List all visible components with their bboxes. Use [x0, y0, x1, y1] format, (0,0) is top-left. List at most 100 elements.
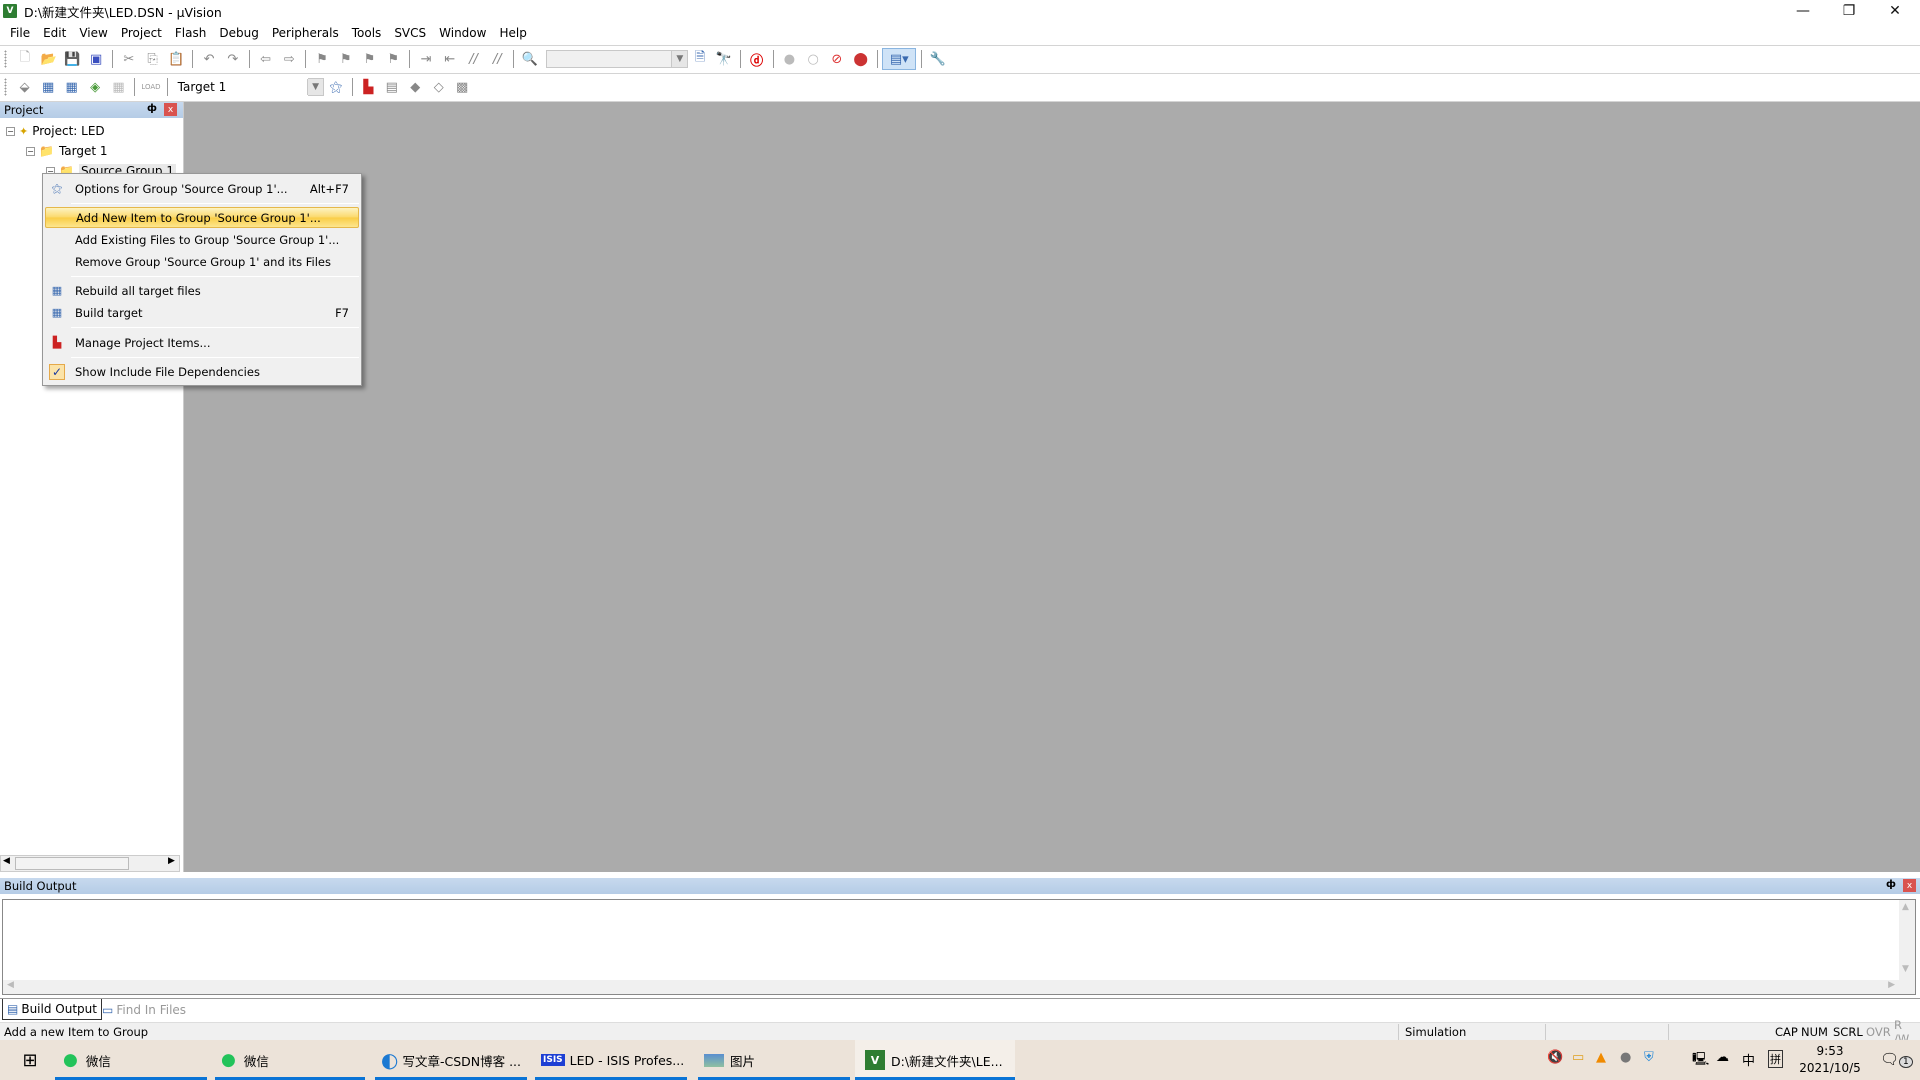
minimize-button[interactable]: — [1780, 0, 1826, 22]
debug-session-icon[interactable]: ⓓ [746, 48, 768, 70]
stop-build-icon[interactable]: ▦ [108, 76, 129, 98]
clock[interactable]: 9:53 2021/10/5 [1795, 1043, 1865, 1077]
open-folder-icon[interactable]: 📂 [38, 48, 60, 70]
target-select[interactable]: Target 1 [172, 80, 309, 94]
next-bookmark-icon[interactable]: ⚑ [359, 48, 381, 70]
scroll-right-icon[interactable]: ▶ [168, 856, 175, 866]
menu-item-manage-project-items[interactable]: ▙ Manage Project Items... [45, 332, 359, 353]
target-select-dropdown[interactable]: ▼ [307, 78, 325, 96]
select-packs-icon[interactable]: ▤ [381, 76, 402, 98]
close-button[interactable]: ✕ [1872, 0, 1918, 22]
comment-icon[interactable]: // [463, 48, 485, 70]
toolbar-grip[interactable] [4, 78, 7, 96]
collapse-icon[interactable]: − [6, 126, 15, 136]
disable-all-breakpoints-icon[interactable]: ⊘ [826, 48, 848, 70]
taskbar-item-wechat-2[interactable]: ● 微信 [215, 1040, 365, 1080]
find-combo[interactable]: ▼ [545, 50, 689, 68]
build-icon[interactable]: ▦ [37, 76, 58, 98]
vertical-scrollbar[interactable]: ▲ ▼ [1899, 900, 1915, 980]
project-horizontal-scrollbar[interactable]: ◀ ▶ [0, 855, 180, 872]
tree-item-project[interactable]: − ✦ Project: LED [6, 122, 105, 140]
paste-icon[interactable]: 📋 [165, 48, 187, 70]
pin-icon[interactable]: ф [147, 103, 157, 114]
menu-item-remove-group[interactable]: Remove Group 'Source Group 1' and its Fi… [45, 251, 359, 272]
ime-language[interactable]: 中 [1742, 1050, 1755, 1069]
network-app-icon[interactable]: ● [1620, 1050, 1631, 1065]
clear-bookmarks-icon[interactable]: ⚑ [382, 48, 404, 70]
navigate-back-icon[interactable]: ⇦ [255, 48, 277, 70]
network-icon[interactable]: 🖳 [1692, 1050, 1709, 1072]
scroll-up-icon[interactable]: ▲ [1902, 902, 1909, 912]
rebuild-icon[interactable]: ▦ [61, 76, 82, 98]
find-in-files-icon[interactable]: 🔍 [519, 48, 541, 70]
scroll-left-icon[interactable]: ◀ [7, 980, 14, 990]
tree-item-target[interactable]: − 📁 Target 1 [26, 142, 108, 160]
tab-find-in-files[interactable]: ▭ Find In Files [98, 999, 190, 1020]
close-icon[interactable]: x [164, 103, 177, 116]
disable-breakpoint-icon[interactable]: ○ [802, 48, 824, 70]
horizontal-scrollbar[interactable]: ◀ ▶ [3, 980, 1915, 994]
taskbar-item-isis[interactable]: ISIS LED - ISIS Profes... [535, 1040, 687, 1080]
start-button[interactable]: ⊞ [10, 1040, 50, 1080]
cut-icon[interactable]: ✂ [118, 48, 140, 70]
menu-window[interactable]: Window [433, 26, 492, 40]
find-icon[interactable]: 🗎 [689, 48, 711, 70]
menu-item-add-new-item[interactable]: Add New Item to Group 'Source Group 1'..… [45, 207, 359, 228]
volume-muted-icon[interactable]: 🔇 [1547, 1050, 1563, 1065]
menu-view[interactable]: View [73, 26, 113, 40]
batch-build-icon[interactable]: ◈ [84, 76, 105, 98]
tab-build-output[interactable]: ▤ Build Output [2, 999, 102, 1020]
cloud-offline-icon[interactable]: ☁ [1716, 1050, 1729, 1065]
taskbar-item-photos[interactable]: 图片 [698, 1040, 850, 1080]
redo-icon[interactable]: ↷ [222, 48, 244, 70]
navigate-forward-icon[interactable]: ⇨ [278, 48, 300, 70]
notification-app-icon[interactable]: ▭ [1572, 1050, 1584, 1065]
taskbar-item-wechat-1[interactable]: ● 微信 [55, 1040, 207, 1080]
shield-app-icon[interactable]: ⛨ [1644, 1050, 1654, 1065]
indent-icon[interactable]: ⇥ [415, 48, 437, 70]
security-app-icon[interactable]: ▲ [1596, 1050, 1606, 1065]
scroll-right-icon[interactable]: ▶ [1888, 980, 1895, 990]
menu-item-show-include-deps[interactable]: ✓ Show Include File Dependencies [45, 361, 359, 382]
chevron-down-icon[interactable]: ▼ [307, 79, 324, 95]
manage-rte-icon[interactable]: ◆ [405, 76, 426, 98]
toolbar-grip[interactable] [4, 50, 7, 68]
save-all-icon[interactable]: ▣ [85, 48, 107, 70]
pack-installer-icon[interactable]: ▩ [451, 76, 472, 98]
uncomment-icon[interactable]: // [486, 48, 508, 70]
manage-project-items-icon[interactable]: ▙ [358, 76, 379, 98]
menu-tools[interactable]: Tools [346, 26, 388, 40]
incremental-find-icon[interactable]: 🔭 [713, 48, 735, 70]
scroll-left-icon[interactable]: ◀ [3, 856, 10, 866]
menu-svcs[interactable]: SVCS [388, 26, 432, 40]
kill-all-breakpoints-icon[interactable]: ⬤ [850, 48, 872, 70]
window-layout-icon[interactable]: ▤▾ [882, 48, 917, 70]
menu-item-rebuild-all[interactable]: ▦ Rebuild all target files [45, 280, 359, 301]
menu-peripherals[interactable]: Peripherals [266, 26, 345, 40]
menu-project[interactable]: Project [115, 26, 168, 40]
taskbar-item-uvision[interactable]: V D:\新建文件夹\LE... [855, 1040, 1015, 1080]
configure-icon[interactable]: 🔧 [927, 48, 949, 70]
scroll-down-icon[interactable]: ▼ [1902, 964, 1909, 974]
prev-bookmark-icon[interactable]: ⚑ [335, 48, 357, 70]
translate-icon[interactable]: ⬙ [14, 76, 35, 98]
collapse-icon[interactable]: − [26, 146, 35, 156]
new-file-icon[interactable]: 🗋 [14, 48, 36, 70]
scroll-thumb[interactable] [15, 857, 129, 870]
unindent-icon[interactable]: ⇤ [439, 48, 461, 70]
chevron-down-icon[interactable]: ▼ [671, 51, 688, 67]
menu-edit[interactable]: Edit [37, 26, 72, 40]
event-recorder-icon[interactable]: ◇ [428, 76, 449, 98]
target-options-icon[interactable]: ⚝ [325, 76, 346, 98]
ime-mode[interactable]: 拼 [1768, 1050, 1783, 1068]
bookmark-icon[interactable]: ⚑ [311, 48, 333, 70]
menu-item-build-target[interactable]: ▦ Build target F7 [45, 302, 359, 323]
menu-flash[interactable]: Flash [169, 26, 212, 40]
download-icon[interactable]: LOAD [140, 76, 161, 98]
menu-help[interactable]: Help [493, 26, 532, 40]
taskbar-item-edge[interactable]: ◐ 写文章-CSDN博客 ... [375, 1040, 527, 1080]
menu-item-add-existing-files[interactable]: Add Existing Files to Group 'Source Grou… [45, 229, 359, 250]
undo-icon[interactable]: ↶ [198, 48, 220, 70]
restore-button[interactable]: ❐ [1826, 0, 1872, 22]
breakpoint-icon[interactable]: ● [779, 48, 801, 70]
